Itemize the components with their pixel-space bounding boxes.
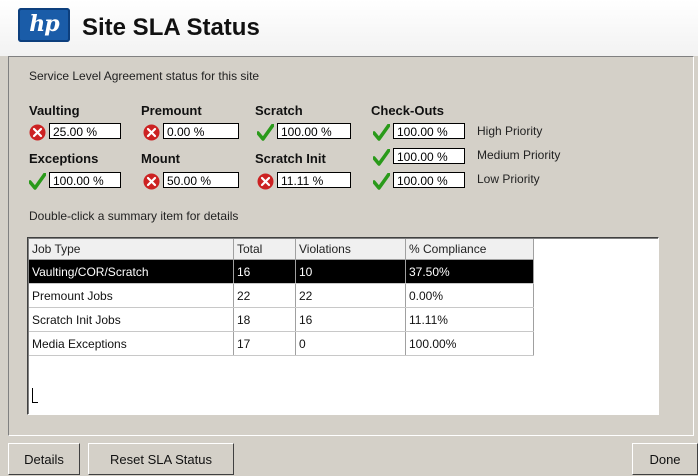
table-row[interactable]: Premount Jobs 22 22 0.00% [29, 283, 534, 308]
premount-label: Premount [141, 103, 202, 118]
resize-cursor [32, 388, 38, 403]
check-icon [373, 124, 390, 141]
checkout-low-value: 100.00 % [393, 172, 465, 188]
cell-job-type: Vaulting/COR/Scratch [29, 259, 234, 284]
check-icon [29, 173, 46, 190]
cell-violations: 22 [295, 283, 406, 308]
cell-total: 17 [233, 331, 296, 356]
cell-violations: 10 [295, 259, 406, 284]
vaulting-label: Vaulting [29, 103, 80, 118]
vaulting-value: 25.00 % [49, 123, 121, 139]
checkout-high-value: 100.00 % [393, 123, 465, 139]
table-row[interactable]: Vaulting/COR/Scratch 16 10 37.50% [29, 259, 534, 284]
cell-job-type: Premount Jobs [29, 283, 234, 308]
mount-value: 50.00 % [163, 172, 239, 188]
col-header-violations[interactable]: Violations [295, 239, 406, 260]
scratch-value: 100.00 % [277, 123, 351, 139]
high-priority-label: High Priority [477, 124, 543, 138]
mount-label: Mount [141, 151, 180, 166]
cell-total: 16 [233, 259, 296, 284]
cell-compliance: 37.50% [405, 259, 534, 284]
exceptions-label: Exceptions [29, 151, 99, 166]
exceptions-value: 100.00 % [49, 172, 121, 188]
error-icon [29, 124, 46, 141]
check-icon [257, 124, 274, 141]
error-icon [143, 124, 160, 141]
cell-job-type: Media Exceptions [29, 331, 234, 356]
page-title: Site SLA Status [82, 14, 260, 41]
sla-panel: Service Level Agreement status for this … [8, 56, 694, 436]
checkouts-label: Check-Outs [371, 103, 444, 118]
low-priority-label: Low Priority [477, 172, 540, 186]
check-icon [373, 173, 390, 190]
cell-total: 18 [233, 307, 296, 332]
table-header-row: Job Type Total Violations % Compliance [29, 239, 534, 260]
col-header-job-type[interactable]: Job Type [29, 239, 234, 260]
error-icon [257, 173, 274, 190]
cell-compliance: 100.00% [405, 331, 534, 356]
cell-compliance: 11.11% [405, 307, 534, 332]
scratch-init-value: 11.11 % [277, 172, 351, 188]
table-row[interactable]: Scratch Init Jobs 18 16 11.11% [29, 307, 534, 332]
details-button[interactable]: Details [8, 443, 80, 475]
cell-violations: 16 [295, 307, 406, 332]
double-click-hint: Double-click a summary item for details [29, 209, 239, 223]
medium-priority-label: Medium Priority [477, 148, 561, 162]
summary-table-container[interactable]: Job Type Total Violations % Compliance V… [27, 237, 659, 415]
summary-table: Job Type Total Violations % Compliance V… [29, 239, 534, 356]
cell-violations: 0 [295, 331, 406, 356]
table-row[interactable]: Media Exceptions 17 0 100.00% [29, 331, 534, 356]
col-header-total[interactable]: Total [233, 239, 296, 260]
scratch-label: Scratch [255, 103, 303, 118]
error-icon [143, 173, 160, 190]
header-bar: hp Site SLA Status [0, 0, 698, 56]
checkout-medium-value: 100.00 % [393, 148, 465, 164]
check-icon [373, 149, 390, 166]
reset-sla-status-button[interactable]: Reset SLA Status [88, 443, 234, 475]
premount-value: 0.00 % [163, 123, 239, 139]
scratch-init-label: Scratch Init [255, 151, 326, 166]
panel-subtitle: Service Level Agreement status for this … [29, 69, 260, 83]
cell-total: 22 [233, 283, 296, 308]
col-header-compliance[interactable]: % Compliance [405, 239, 534, 260]
done-button[interactable]: Done [632, 443, 698, 475]
cell-job-type: Scratch Init Jobs [29, 307, 234, 332]
cell-compliance: 0.00% [405, 283, 534, 308]
hp-logo: hp [18, 8, 70, 42]
hp-logo-text: hp [29, 11, 59, 37]
